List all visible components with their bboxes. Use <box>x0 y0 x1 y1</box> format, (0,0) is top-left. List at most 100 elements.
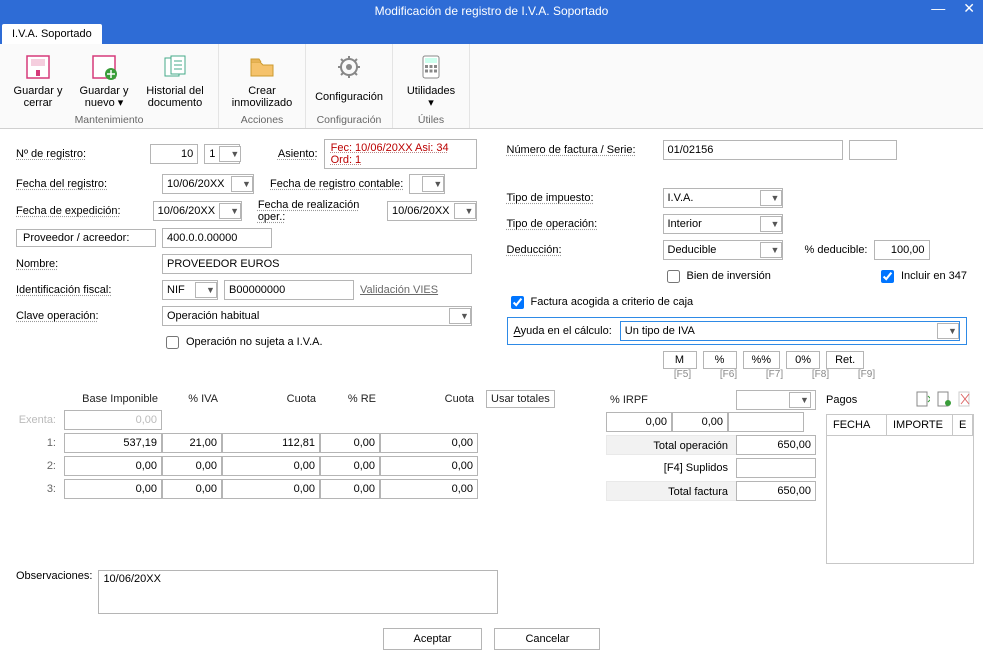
btn-modifier-pctpct[interactable]: %% <box>743 351 781 369</box>
lbl-total-factura: Total factura <box>606 481 736 501</box>
lbl-suplidos[interactable]: [F4] Suplidos <box>606 458 736 478</box>
lbl-pct-deducible: % deducible: <box>805 244 868 256</box>
input-fecha-realizacion[interactable]: 10/06/20XX▼ <box>387 201 477 221</box>
lbl-fecha-contable: Fecha de registro contable: <box>270 178 403 190</box>
link-validacion-vies[interactable]: Validación VIES <box>360 284 438 296</box>
iva-row-1: 1: <box>16 433 596 453</box>
dropdown-id-tipo[interactable]: NIF▼ <box>162 280 218 300</box>
lbl-proveedor[interactable]: Proveedor / acreedor: <box>16 229 156 247</box>
r1-cuota2[interactable] <box>380 433 478 453</box>
input-serie[interactable] <box>849 140 897 160</box>
lbl-fecha-expedicion: Fecha de expedición: <box>16 205 147 217</box>
input-fecha-expedicion[interactable]: 10/06/20XX▼ <box>153 201 243 221</box>
val-total-factura[interactable] <box>736 481 816 501</box>
check-incluir-347[interactable]: Incluir en 347 <box>877 267 967 286</box>
dropdown-deduccion[interactable]: Deducible▼ <box>663 240 783 260</box>
lbl-id-fiscal: Identificación fiscal: <box>16 284 156 296</box>
btn-usar-totales[interactable]: Usar totales <box>486 390 555 408</box>
check-no-sujeta[interactable]: Operación no sujeta a I.V.A. <box>162 333 323 352</box>
edit-page-icon[interactable] <box>935 390 953 408</box>
lbl-total-op: Total operación <box>606 435 736 455</box>
r1-piva[interactable] <box>162 433 222 453</box>
r3-pre[interactable] <box>320 479 380 499</box>
input-pct-deducible[interactable] <box>874 240 930 260</box>
btn-modifier-0pct[interactable]: 0% <box>786 351 820 369</box>
val-total-op[interactable] <box>736 435 816 455</box>
check-bien-inversion[interactable]: Bien de inversión <box>663 267 771 286</box>
r3-base[interactable] <box>64 479 162 499</box>
input-irpf-extra[interactable] <box>728 412 804 432</box>
ribbon-utilidades[interactable]: Utilidades ▾ <box>401 48 461 112</box>
dropdown-clave-operacion[interactable]: Operación habitual▼ <box>162 306 472 326</box>
r2-cuota2[interactable] <box>380 456 478 476</box>
btn-aceptar[interactable]: Aceptar <box>383 628 483 650</box>
delete-page-icon[interactable] <box>956 390 974 408</box>
ribbon-config[interactable]: Configuración <box>314 48 384 112</box>
input-observaciones[interactable] <box>98 570 498 614</box>
iva-row-3: 3: <box>16 479 596 499</box>
ribbon-history[interactable]: Historial del documento <box>140 48 210 112</box>
val-suplidos[interactable] <box>736 458 816 478</box>
right-column: Número de factura / Serie: Tipo de impue… <box>507 139 968 380</box>
check-criterio-caja[interactable]: Factura acogida a criterio de caja <box>507 293 694 312</box>
input-id-num[interactable] <box>224 280 354 300</box>
footer-buttons: Aceptar Cancelar <box>0 620 983 664</box>
chevron-down-icon: ▼ <box>760 242 782 258</box>
ribbon-save-new[interactable]: Guardar y nuevo ▾ <box>74 48 134 112</box>
r2-cuota[interactable] <box>222 456 320 476</box>
lbl-clave-operacion: Clave operación: <box>16 310 156 322</box>
btn-modifier-m[interactable]: M <box>663 351 697 369</box>
dropdown-ayuda-calculo[interactable]: Un tipo de IVA▼ <box>620 321 960 341</box>
asiento-display[interactable]: Fec: 10/06/20XX Asi: 34 Ord: 1 <box>324 139 477 169</box>
hdr-base: Base Imponible <box>64 391 162 407</box>
lbl-pagos: Pagos <box>826 394 857 406</box>
input-proveedor[interactable] <box>162 228 272 248</box>
close-icon[interactable]: ✕ <box>959 0 979 17</box>
col-e: E <box>953 415 973 435</box>
input-fecha-registro[interactable]: 10/06/20XX▼ <box>162 174 254 194</box>
minimize-icon[interactable]: — <box>927 0 949 17</box>
dropdown-n-registro-sub[interactable]: 1▼ <box>204 144 240 164</box>
save-close-icon <box>22 51 54 83</box>
ribbon-group-acciones: Crear inmovilizado Acciones <box>219 44 306 128</box>
chevron-down-icon: ▼ <box>789 392 811 408</box>
lbl-nombre: Nombre: <box>16 258 156 270</box>
ribbon-crear-inmovilizado[interactable]: Crear inmovilizado <box>227 48 297 112</box>
input-num-factura[interactable] <box>663 140 843 160</box>
dropdown-tipo-impuesto[interactable]: I.V.A.▼ <box>663 188 783 208</box>
lbl-exenta: Exenta: <box>16 414 64 426</box>
form-area: Nº de registro: 1▼ Asiento: Fec: 10/06/2… <box>0 129 983 386</box>
input-irpf-base[interactable] <box>606 412 672 432</box>
r1-pre[interactable] <box>320 433 380 453</box>
input-nombre[interactable] <box>162 254 472 274</box>
pagos-table[interactable]: FECHA IMPORTE E <box>826 414 974 564</box>
ribbon-save-close[interactable]: Guardar y cerrar <box>8 48 68 112</box>
dropdown-tipo-operacion[interactable]: Interior▼ <box>663 214 783 234</box>
lbl-tipo-impuesto: Tipo de impuesto: <box>507 192 657 204</box>
r2-base[interactable] <box>64 456 162 476</box>
input-fecha-contable[interactable]: ▼ <box>409 174 445 194</box>
input-n-registro[interactable] <box>150 144 198 164</box>
chevron-down-icon: ▼ <box>219 146 241 162</box>
lbl-asiento: Asiento: <box>278 148 318 160</box>
r2-pre[interactable] <box>320 456 380 476</box>
r3-cuota2[interactable] <box>380 479 478 499</box>
btn-cancelar[interactable]: Cancelar <box>494 628 600 650</box>
chevron-down-icon: ▼ <box>231 176 253 192</box>
lbl-fecha-registro: Fecha del registro: <box>16 178 156 190</box>
col-importe: IMPORTE <box>887 415 953 435</box>
add-page-icon[interactable] <box>914 390 932 408</box>
tab-iva-soportado[interactable]: I.V.A. Soportado <box>2 24 102 44</box>
hdr-cuota2: Cuota <box>380 391 478 407</box>
r1-cuota[interactable] <box>222 433 320 453</box>
input-irpf-pct[interactable] <box>672 412 728 432</box>
r3-piva[interactable] <box>162 479 222 499</box>
chevron-down-icon: ▼ <box>195 282 217 298</box>
btn-modifier-pct[interactable]: % <box>703 351 737 369</box>
r1-base[interactable] <box>64 433 162 453</box>
r2-piva[interactable] <box>162 456 222 476</box>
r3-cuota[interactable] <box>222 479 320 499</box>
dropdown-irpf-ph[interactable]: ▼ <box>736 390 816 410</box>
ribbon-group-config: Configuración Configuración <box>306 44 393 128</box>
btn-modifier-ret[interactable]: Ret. <box>826 351 864 369</box>
